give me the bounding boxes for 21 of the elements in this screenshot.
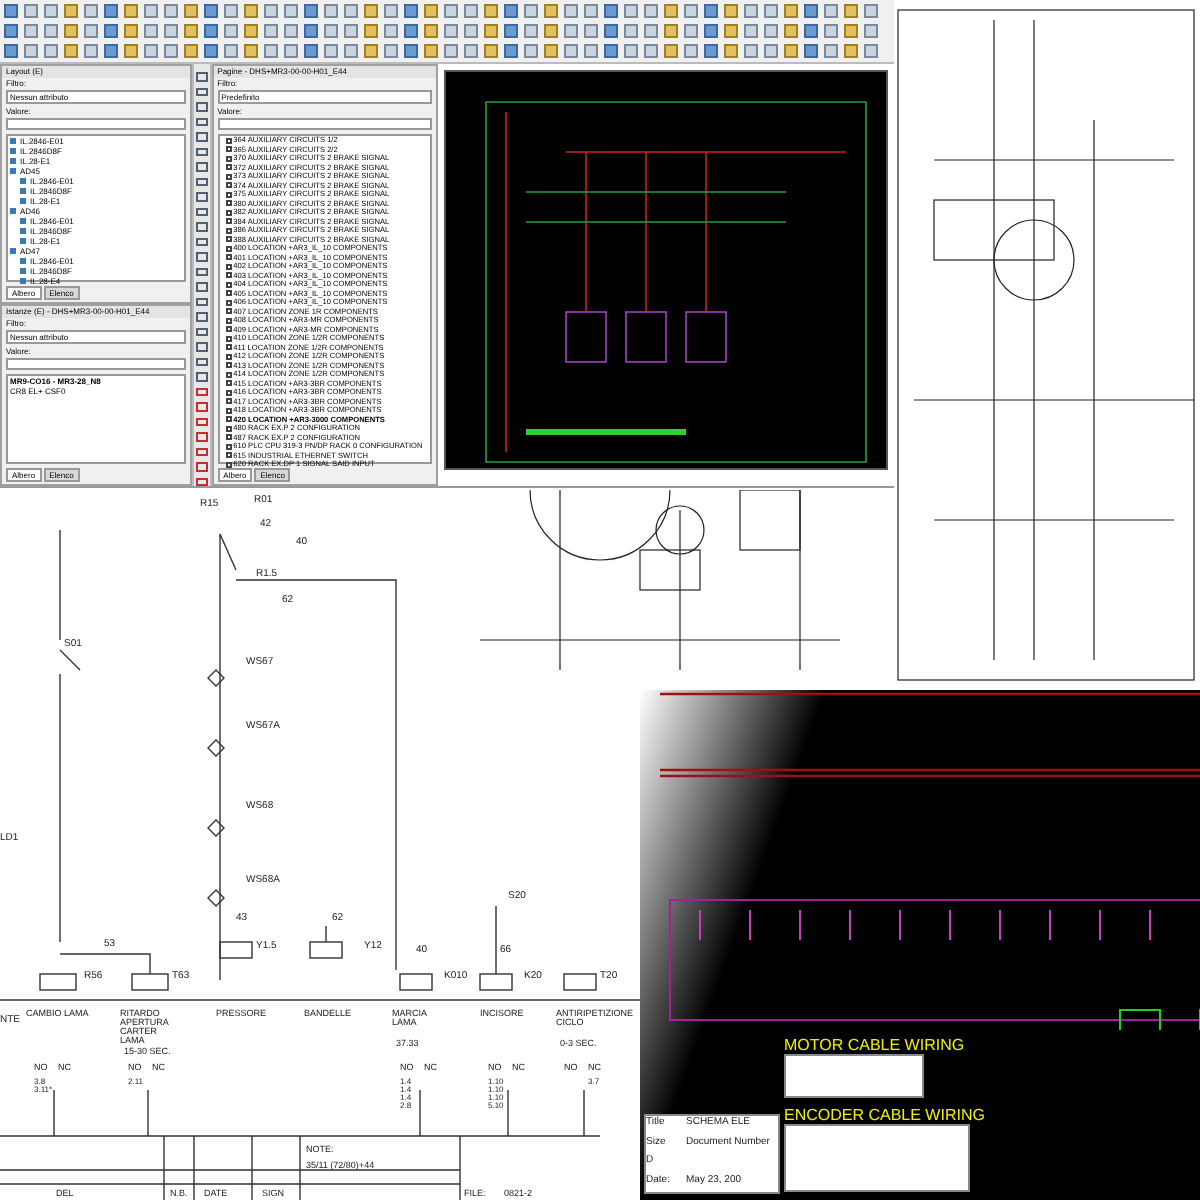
tree-node-icon bbox=[10, 168, 16, 174]
tree-node-icon bbox=[10, 158, 16, 164]
value-field[interactable] bbox=[6, 358, 186, 370]
value-field[interactable] bbox=[217, 118, 432, 130]
tree-node-icon bbox=[20, 218, 26, 224]
tree-node-icon bbox=[20, 228, 26, 234]
tree-node-icon bbox=[10, 138, 16, 144]
tree-node-icon bbox=[20, 188, 26, 194]
tree-node-icon bbox=[10, 208, 16, 214]
tree-node-icon bbox=[10, 248, 16, 254]
wiring-table bbox=[784, 1054, 924, 1098]
table-title: ENCODER CABLE WIRING bbox=[784, 1106, 985, 1124]
tree-node-icon bbox=[20, 278, 26, 284]
tree-node-icon bbox=[20, 198, 26, 204]
value-field[interactable] bbox=[6, 118, 186, 130]
tree-node-icon bbox=[20, 178, 26, 184]
tree-node-icon bbox=[20, 258, 26, 264]
table-title: MOTOR CABLE WIRING bbox=[784, 1036, 967, 1054]
tree-node-icon bbox=[10, 148, 16, 154]
tree-node-icon bbox=[20, 238, 26, 244]
tree-node-icon bbox=[20, 268, 26, 274]
